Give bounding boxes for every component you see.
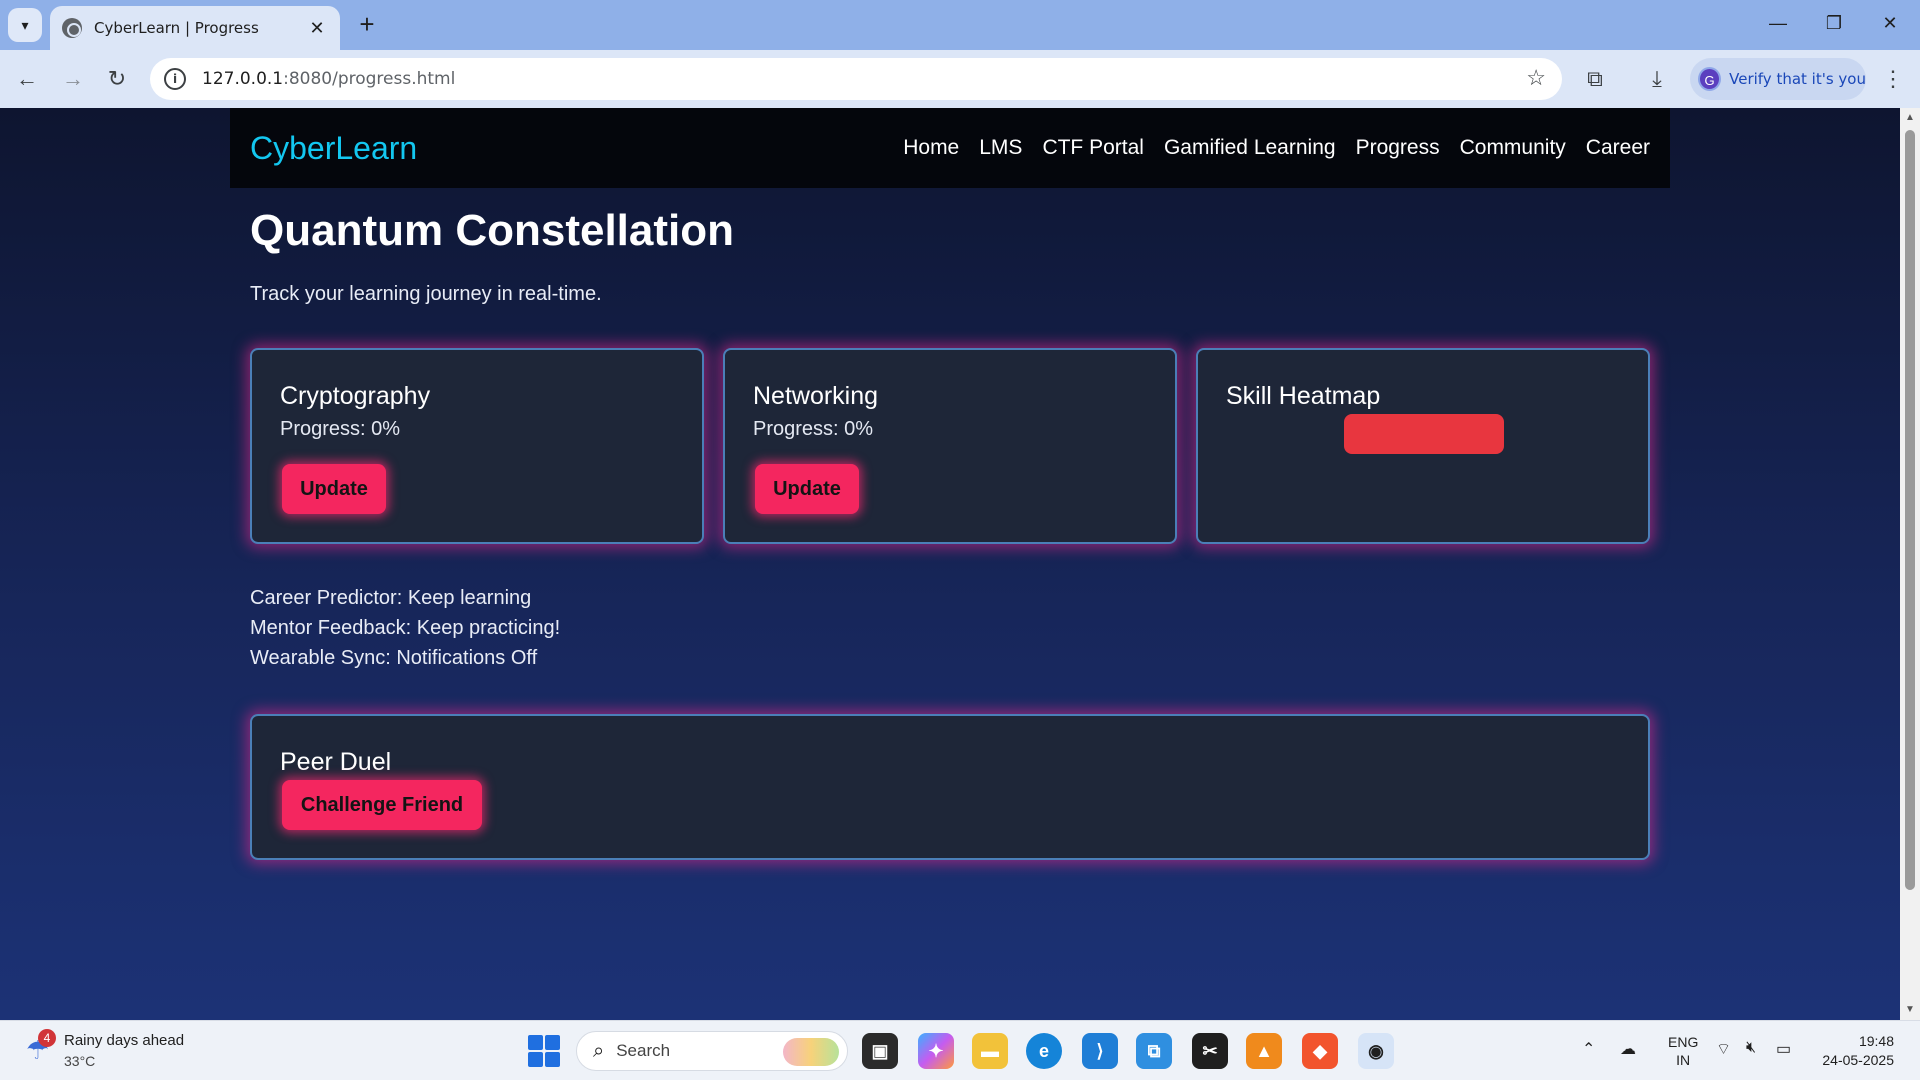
nav-lms[interactable]: LMS: [979, 136, 1022, 160]
career-predictor-text: Career Predictor: Keep learning: [250, 587, 532, 609]
new-tab-plus-icon[interactable]: +: [352, 10, 382, 40]
windows-start-icon[interactable]: [528, 1035, 560, 1067]
browser-tab-strip: ▾ CyberLearn | Progress ✕ + — ❐ ✕: [0, 0, 1920, 50]
card-title: Cryptography: [280, 382, 431, 410]
cloud-offline-icon[interactable]: ☁: [1620, 1039, 1636, 1059]
capcut-icon[interactable]: ✂: [1192, 1033, 1228, 1069]
edge-browser-icon[interactable]: e: [1026, 1033, 1062, 1069]
cryptography-update-button[interactable]: Update: [282, 464, 386, 514]
challenge-friend-button[interactable]: Challenge Friend: [282, 780, 482, 830]
tab-title: CyberLearn | Progress: [94, 19, 259, 37]
volume-muted-icon[interactable]: 🔇︎: [1746, 1039, 1756, 1057]
search-icon: ⌕: [593, 1039, 605, 1062]
nav-home[interactable]: Home: [903, 136, 959, 160]
extensions-puzzle-icon[interactable]: ⧉: [1578, 62, 1612, 96]
task-view-icon[interactable]: ▣: [862, 1033, 898, 1069]
forward-arrow-icon[interactable]: →: [56, 62, 90, 96]
weather-title[interactable]: Rainy days ahead: [64, 1032, 184, 1049]
lang-region: IN: [1676, 1052, 1691, 1068]
weather-badge: 4: [38, 1029, 56, 1047]
minimize-window-icon[interactable]: —: [1758, 8, 1798, 38]
progress-text: Progress: 0%: [753, 418, 874, 440]
os-taskbar: ☂ 4 Rainy days ahead 33°C ⌕ Search ▣ ✦ ▬…: [0, 1020, 1920, 1080]
tab-search-chevron-icon[interactable]: ▾: [8, 8, 42, 42]
verify-identity-chip[interactable]: G Verify that it's you: [1690, 58, 1866, 100]
search-highlight-art: [783, 1038, 839, 1066]
address-bar[interactable]: i 127.0.0.1:8080/progress.html ☆: [150, 58, 1562, 100]
card-title: Peer Duel: [280, 748, 392, 776]
restore-window-icon[interactable]: ❐: [1814, 8, 1854, 38]
page-viewport: CyberLearn Home LMS CTF Portal Gamified …: [0, 108, 1900, 1020]
nav-progress[interactable]: Progress: [1356, 136, 1440, 160]
battery-icon[interactable]: ▭: [1776, 1039, 1791, 1059]
file-explorer-icon[interactable]: ▬: [972, 1033, 1008, 1069]
copilot-icon[interactable]: ✦: [918, 1033, 954, 1069]
wifi-icon[interactable]: ⌔: [1716, 1039, 1731, 1059]
nav-community[interactable]: Community: [1460, 136, 1566, 160]
verify-label: Verify that it's you: [1729, 70, 1866, 88]
networking-card: Networking Progress: 0% Update: [723, 348, 1177, 544]
vlc-cone-icon[interactable]: ▲: [1246, 1033, 1282, 1069]
card-title: Skill Heatmap: [1226, 382, 1381, 410]
cryptography-card: Cryptography Progress: 0% Update: [250, 348, 704, 544]
url-path: :8080/progress.html: [283, 69, 456, 89]
nav-gamified-learning[interactable]: Gamified Learning: [1164, 136, 1336, 160]
site-info-icon[interactable]: i: [164, 68, 186, 90]
nav-career[interactable]: Career: [1586, 136, 1650, 160]
scroll-up-icon[interactable]: ▲: [1904, 112, 1916, 123]
page-subtitle: Track your learning journey in real-time…: [250, 283, 602, 305]
skill-heatmap-card: Skill Heatmap: [1196, 348, 1650, 544]
clock-date: 24-05-2025: [1822, 1052, 1894, 1068]
weather-temp: 33°C: [64, 1053, 96, 1069]
card-title: Networking: [753, 382, 879, 410]
language-indicator[interactable]: ENG IN: [1668, 1033, 1698, 1069]
browser-menu-icon[interactable]: ⋮: [1876, 62, 1910, 96]
tray-chevron-up-icon[interactable]: ⌃: [1582, 1039, 1595, 1059]
url-host: 127.0.0.1: [202, 69, 284, 89]
clock-time: 19:48: [1858, 1033, 1894, 1049]
profile-avatar: G: [1698, 67, 1722, 91]
heatmap-bar: [1344, 414, 1504, 454]
browser-tab[interactable]: CyberLearn | Progress ✕: [50, 6, 340, 50]
close-window-icon[interactable]: ✕: [1870, 8, 1910, 38]
browser-toolbar: ← → ↻ i 127.0.0.1:8080/progress.html ☆ ⧉…: [0, 50, 1920, 108]
mentor-feedback-text: Mentor Feedback: Keep practicing!: [250, 617, 561, 639]
lang-code: ENG: [1668, 1034, 1699, 1050]
brave-lion-icon[interactable]: ◆: [1302, 1033, 1338, 1069]
back-arrow-icon[interactable]: ←: [10, 62, 44, 96]
networking-update-button[interactable]: Update: [755, 464, 859, 514]
progress-text: Progress: 0%: [280, 418, 401, 440]
peer-duel-card: Peer Duel Challenge Friend: [250, 714, 1650, 860]
clock[interactable]: 19:48 24-05-2025: [1814, 1032, 1894, 1070]
scroll-down-icon[interactable]: ▼: [1904, 1004, 1916, 1015]
close-tab-icon[interactable]: ✕: [306, 18, 328, 39]
vscode-icon[interactable]: ⟩: [1082, 1033, 1118, 1069]
globe-icon: [62, 18, 82, 38]
wearable-sync-text: Wearable Sync: Notifications Off: [250, 647, 538, 669]
app-window-icon[interactable]: ⧉: [1136, 1033, 1172, 1069]
nav-links: Home LMS CTF Portal Gamified Learning Pr…: [903, 136, 1650, 160]
page-title: Quantum Constellation: [250, 206, 734, 255]
brand-logo[interactable]: CyberLearn: [250, 130, 417, 167]
download-icon[interactable]: ⤓: [1640, 62, 1674, 96]
reload-icon[interactable]: ↻: [100, 62, 134, 96]
scroll-thumb[interactable]: [1905, 130, 1915, 890]
bookmark-star-icon[interactable]: ☆: [1526, 65, 1546, 91]
page-scrollbar[interactable]: ▲ ▼: [1900, 108, 1920, 1020]
taskbar-search[interactable]: ⌕ Search: [576, 1031, 848, 1071]
nav-ctf-portal[interactable]: CTF Portal: [1042, 136, 1144, 160]
chrome-icon[interactable]: ◉: [1358, 1033, 1394, 1069]
site-navbar: CyberLearn Home LMS CTF Portal Gamified …: [230, 108, 1670, 188]
search-label: Search: [616, 1041, 671, 1060]
